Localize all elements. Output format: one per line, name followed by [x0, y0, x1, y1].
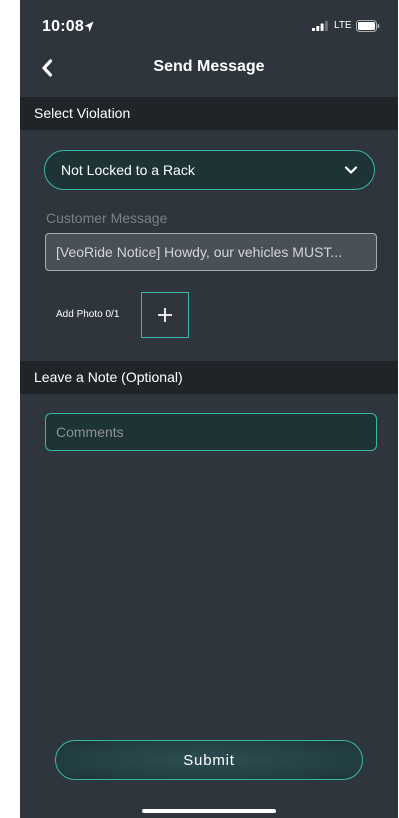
- location-arrow-icon: [84, 21, 94, 32]
- network-type: LTE: [334, 20, 352, 31]
- violation-selected-value: Not Locked to a Rack: [61, 162, 195, 178]
- chevron-down-icon: [344, 166, 358, 174]
- add-photo-label: Add Photo 0/1: [56, 309, 120, 320]
- leave-note-header: Leave a Note (Optional): [20, 361, 398, 394]
- home-indicator: [142, 809, 276, 813]
- status-time: 10:08: [42, 18, 84, 35]
- add-photo-button[interactable]: [141, 292, 189, 338]
- navigation-bar: Send Message: [20, 46, 398, 90]
- comments-input[interactable]: [45, 413, 377, 451]
- customer-message-field: [VeoRide Notice] Howdy, our vehicles MUS…: [45, 233, 377, 271]
- battery-icon: [356, 20, 380, 32]
- plus-icon: [158, 308, 172, 322]
- page-title: Send Message: [153, 58, 265, 75]
- submit-button[interactable]: Submit: [55, 740, 363, 780]
- signal-strength-icon: [312, 21, 328, 31]
- select-violation-header: Select Violation: [20, 97, 398, 130]
- app-screen: 10:08 LTE Send Message Select Violation …: [20, 0, 398, 818]
- customer-message-label: Customer Message: [46, 210, 168, 226]
- violation-dropdown[interactable]: Not Locked to a Rack: [44, 150, 375, 190]
- status-bar: 10:08 LTE: [20, 0, 398, 44]
